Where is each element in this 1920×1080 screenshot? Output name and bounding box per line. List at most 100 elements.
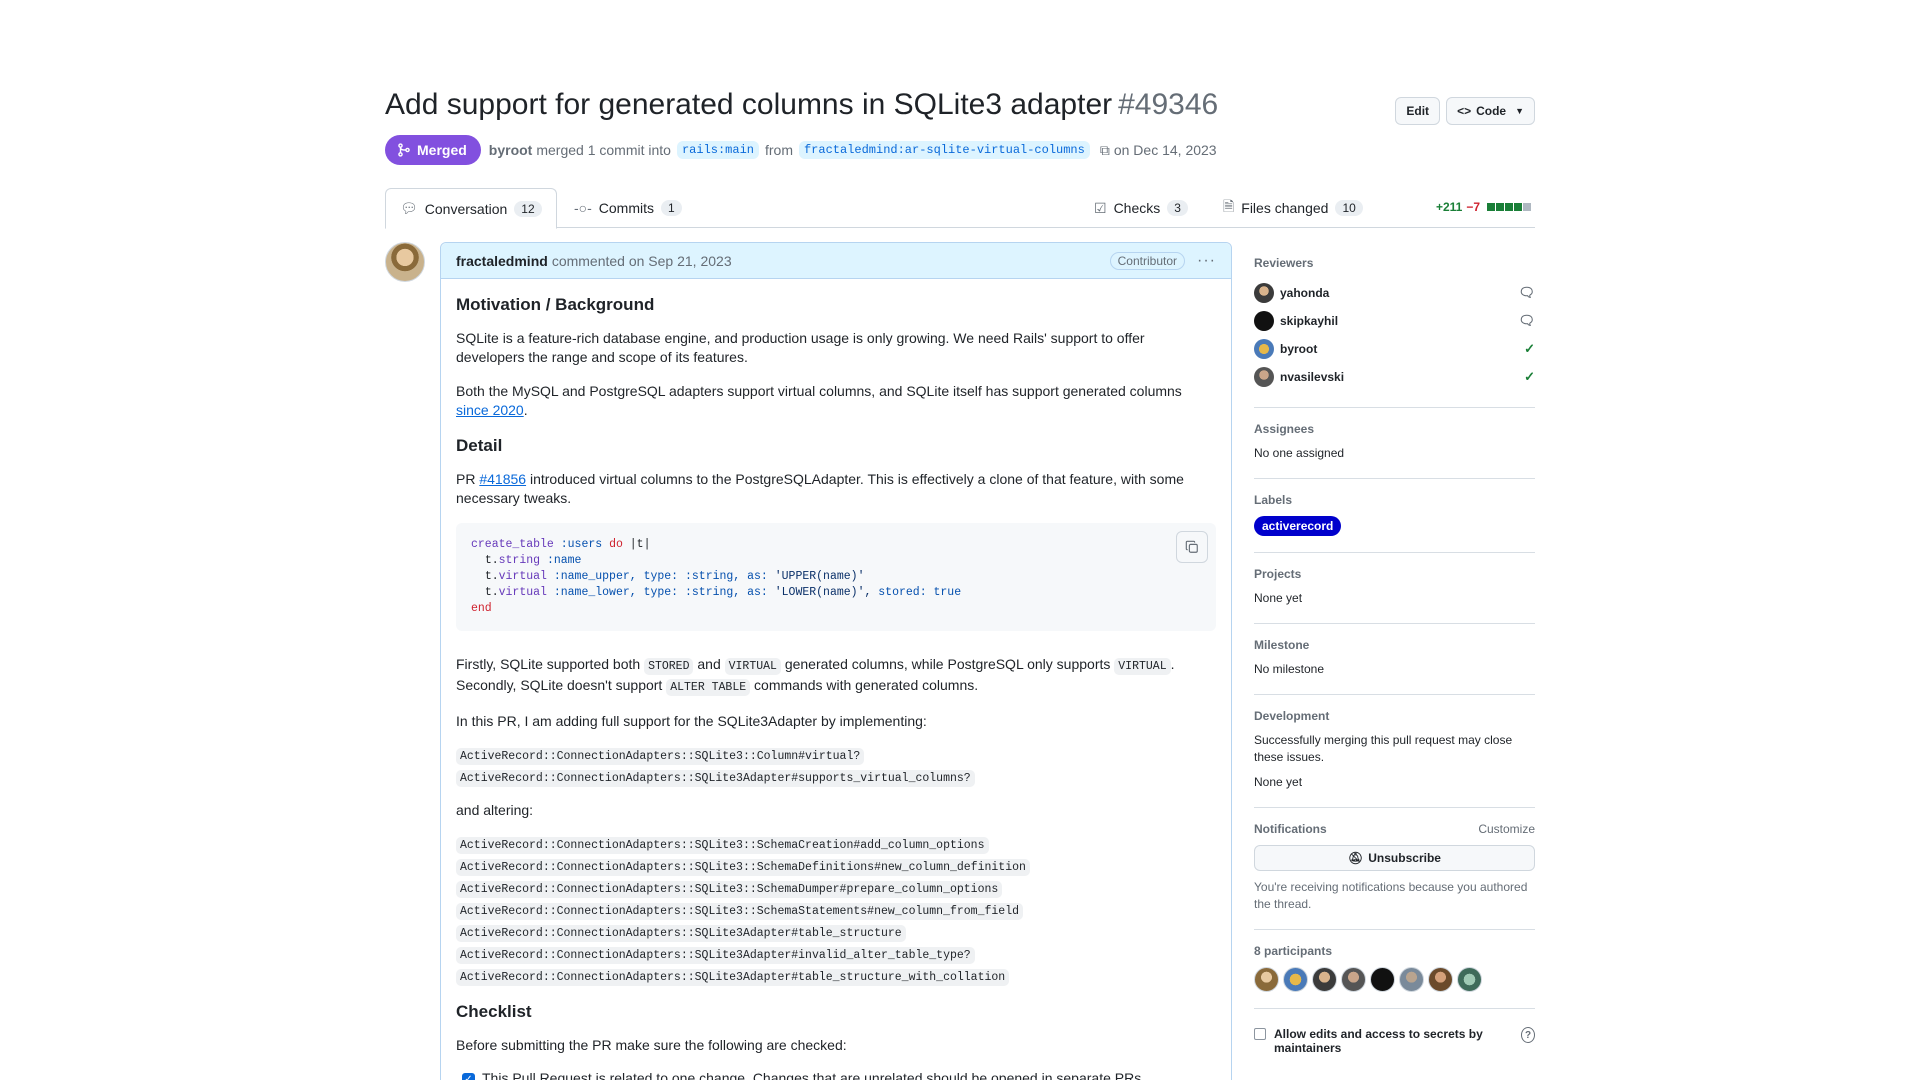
- avatar[interactable]: [1312, 967, 1337, 992]
- avatar[interactable]: [1283, 967, 1308, 992]
- diffstat-block: [1523, 203, 1531, 211]
- base-branch[interactable]: rails:main: [676, 141, 759, 159]
- sidebar-section-title[interactable]: Projects: [1254, 567, 1535, 581]
- notification-reason: You're receiving notifications because y…: [1254, 880, 1528, 911]
- chevron-down-icon: ▼: [1515, 106, 1524, 116]
- avatar[interactable]: [1341, 967, 1366, 992]
- code-token: :name_lower,: [553, 586, 637, 599]
- sidebar-reviewers: Reviewers yahonda 🗨︎ skipkayhil 🗨︎ byroo…: [1254, 242, 1535, 408]
- paragraph-text: .: [1170, 656, 1175, 672]
- copy-icon: [1185, 540, 1198, 553]
- projects-value: None yet: [1254, 591, 1303, 605]
- sidebar-participants: 8 participants: [1254, 930, 1535, 1009]
- avatar[interactable]: [1399, 967, 1424, 992]
- avatar[interactable]: [1370, 967, 1395, 992]
- customize-link[interactable]: Customize: [1478, 822, 1535, 836]
- checkbox-checked[interactable]: ✓: [462, 1073, 475, 1080]
- inline-code: VIRTUAL: [724, 658, 781, 675]
- paragraph: and altering:: [456, 802, 534, 818]
- tab-conversation[interactable]: 💬︎ Conversation 12: [385, 188, 557, 229]
- paragraph-text: .: [523, 402, 528, 418]
- heading-motivation: Motivation / Background: [456, 295, 655, 314]
- code-token: t.: [484, 554, 499, 567]
- code-token: true: [933, 586, 962, 599]
- unsubscribe-button[interactable]: 🔕︎ Unsubscribe: [1254, 845, 1535, 871]
- code-token: :name: [546, 554, 582, 567]
- code-token: do: [609, 538, 623, 551]
- avatar[interactable]: [1457, 967, 1482, 992]
- sidebar-section-title[interactable]: Milestone: [1254, 638, 1535, 652]
- edit-button[interactable]: Edit: [1395, 97, 1441, 125]
- avatar[interactable]: [1428, 967, 1453, 992]
- inline-code: ALTER TABLE: [666, 679, 751, 696]
- participants-title: 8 participants: [1254, 944, 1333, 958]
- merger-link[interactable]: byroot: [489, 142, 533, 158]
- assignees-value: No one assigned: [1254, 446, 1345, 460]
- sidebar-development: Development Successfully merging this pu…: [1254, 695, 1535, 808]
- code-token: :string,: [685, 570, 741, 583]
- code-token: create_table: [471, 538, 554, 551]
- copy-icon[interactable]: ⧉: [1100, 142, 1110, 159]
- merged-text: merged 1 commit into: [536, 142, 671, 158]
- list-item: ActiveRecord::ConnectionAdapters::SQLite…: [456, 768, 1216, 787]
- avatar: [1254, 311, 1274, 331]
- inline-code: ActiveRecord::ConnectionAdapters::SQLite…: [456, 969, 1010, 986]
- list-item: ActiveRecord::ConnectionAdapters::SQLite…: [456, 967, 1216, 986]
- checklist-item: ✓ This Pull Request is related to one ch…: [462, 1070, 1216, 1080]
- participants-avatars: [1254, 967, 1535, 992]
- reviewer-row[interactable]: skipkayhil 🗨︎: [1254, 307, 1535, 335]
- tab-commits[interactable]: -○- Commits 1: [560, 188, 696, 228]
- comment-discussion-icon: 💬︎: [400, 200, 418, 216]
- list-item: ActiveRecord::ConnectionAdapters::SQLite…: [456, 879, 1216, 898]
- tab-files-changed[interactable]: 🗎︎ Files changed 10: [1209, 188, 1377, 228]
- avatar[interactable]: [385, 242, 425, 282]
- milestone-value: No milestone: [1254, 662, 1325, 676]
- comment-author[interactable]: fractaledmind: [456, 253, 548, 269]
- sidebar-assignees: Assignees No one assigned: [1254, 408, 1535, 479]
- paragraph: In this PR, I am adding full support for…: [456, 713, 927, 729]
- allow-edits-checkbox[interactable]: [1254, 1028, 1266, 1040]
- code-token: string: [498, 554, 541, 567]
- comment-body: Motivation / Background SQLite is a feat…: [441, 279, 1231, 1080]
- inline-code: ActiveRecord::ConnectionAdapters::SQLite…: [456, 770, 975, 787]
- pr-number: #49346: [1118, 88, 1219, 121]
- head-branch[interactable]: fractaledmind:ar-sqlite-virtual-columns: [798, 141, 1090, 159]
- code-line: t.virtual :name_upper, type: :string, as…: [471, 569, 1201, 585]
- list-item: ActiveRecord::ConnectionAdapters::SQLite…: [456, 923, 1216, 942]
- copy-code-button[interactable]: [1176, 531, 1208, 563]
- tab-checks[interactable]: ☑ Checks 3: [1080, 188, 1202, 228]
- kebab-menu-icon[interactable]: ···: [1197, 252, 1216, 270]
- check-icon: ✓: [1524, 369, 1535, 384]
- merge-date: on Dec 14, 2023: [1113, 142, 1217, 158]
- code-button-label: Code: [1476, 104, 1507, 118]
- comment-date[interactable]: commented on Sep 21, 2023: [552, 253, 732, 269]
- inline-code: ActiveRecord::ConnectionAdapters::SQLite…: [456, 903, 1023, 920]
- since-2020-link[interactable]: since 2020: [456, 402, 524, 418]
- sidebar-section-title[interactable]: Development: [1254, 709, 1535, 723]
- sidebar-section-title[interactable]: Labels: [1254, 493, 1535, 507]
- tab-count: 1: [661, 200, 682, 216]
- reviewer-row[interactable]: yahonda 🗨︎: [1254, 279, 1535, 307]
- pr-41856-link[interactable]: #41856: [479, 471, 526, 487]
- diffstat-deletions: −7: [1466, 200, 1480, 214]
- paragraph: Before submitting the PR make sure the f…: [456, 1037, 847, 1053]
- reviewer-row[interactable]: byroot ✓: [1254, 335, 1535, 363]
- sidebar: Reviewers yahonda 🗨︎ skipkayhil 🗨︎ byroo…: [1254, 242, 1535, 1055]
- code-line: end: [471, 601, 1201, 617]
- development-value: None yet: [1254, 775, 1303, 789]
- avatar: [1254, 367, 1274, 387]
- inline-code: ActiveRecord::ConnectionAdapters::SQLite…: [456, 859, 1030, 876]
- heading-checklist: Checklist: [456, 1002, 532, 1021]
- avatar[interactable]: [1254, 967, 1279, 992]
- help-icon[interactable]: ?: [1521, 1027, 1535, 1043]
- inline-code: ActiveRecord::ConnectionAdapters::SQLite…: [456, 837, 989, 854]
- code-token: |t|: [629, 538, 651, 551]
- label-activerecord[interactable]: activerecord: [1254, 516, 1342, 536]
- reviewer-row[interactable]: nvasilevski ✓: [1254, 363, 1535, 391]
- code-line: t.string :name: [471, 553, 1201, 569]
- code-button[interactable]: <> Code ▼: [1446, 97, 1535, 125]
- tab-count: 3: [1167, 200, 1188, 216]
- sidebar-section-title[interactable]: Assignees: [1254, 422, 1535, 436]
- pr-title: Add support for generated columns in SQL…: [385, 88, 1218, 122]
- sidebar-section-title[interactable]: Reviewers: [1254, 256, 1535, 270]
